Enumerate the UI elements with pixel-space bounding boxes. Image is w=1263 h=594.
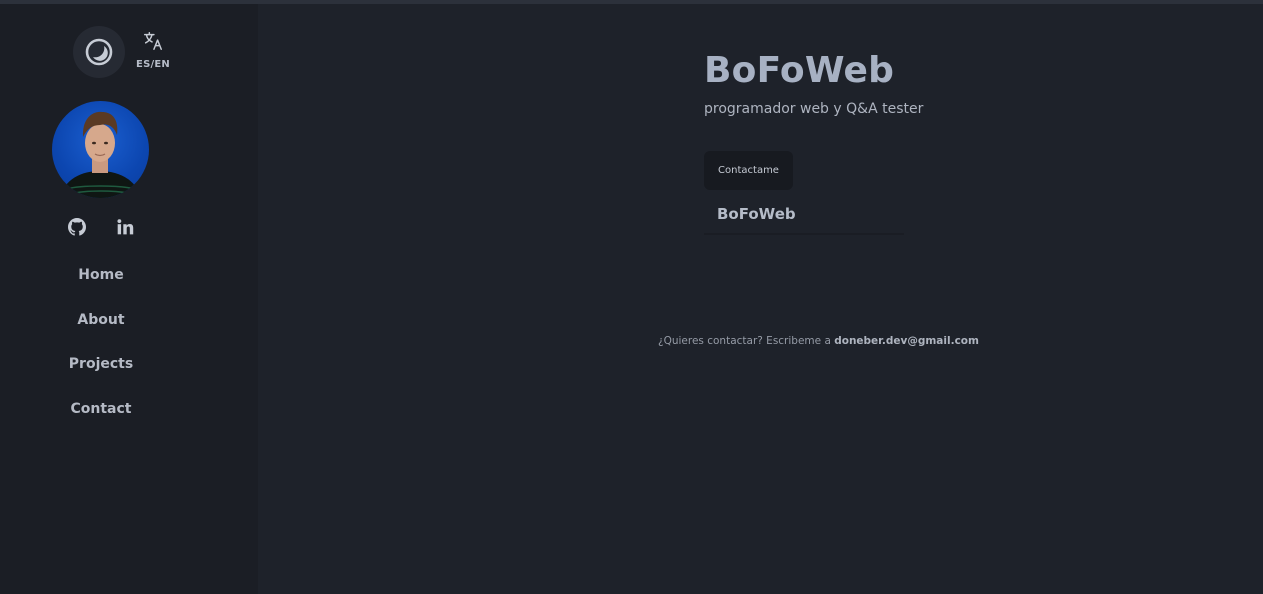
contact-button[interactable]: Contactame [704,151,793,190]
footer-email[interactable]: doneber.dev@gmail.com [834,335,979,347]
nav-projects[interactable]: Projects [0,356,202,372]
nav-about[interactable]: About [0,312,202,328]
nav-home[interactable]: Home [0,267,202,283]
avatar [52,101,149,198]
moon-icon [85,38,113,66]
linkedin-link[interactable] [116,218,134,240]
main-content: BoFoWeb programador web y Q&A tester Con… [258,4,1263,594]
language-label: ES/EN [136,59,170,70]
page-subtitle: programador web y Q&A tester [704,101,924,117]
brand-card-title: BoFoWeb [717,205,796,223]
brand-card: BoFoWeb [704,200,904,235]
nav-contact[interactable]: Contact [0,401,202,417]
footer-contact: ¿Quieres contactar? Escribeme a doneber.… [658,335,979,347]
language-switch[interactable]: ES/EN [132,30,174,70]
profile-photo [60,111,141,198]
linkedin-icon [117,219,134,235]
github-link[interactable] [68,218,86,240]
translate-icon [144,32,162,50]
page-title: BoFoWeb [704,50,895,91]
theme-toggle-button[interactable] [73,26,125,78]
github-icon [68,218,86,236]
sidebar: ES/EN Home About Projects Contact [0,4,258,594]
footer-text: ¿Quieres contactar? Escribeme a [658,335,835,347]
